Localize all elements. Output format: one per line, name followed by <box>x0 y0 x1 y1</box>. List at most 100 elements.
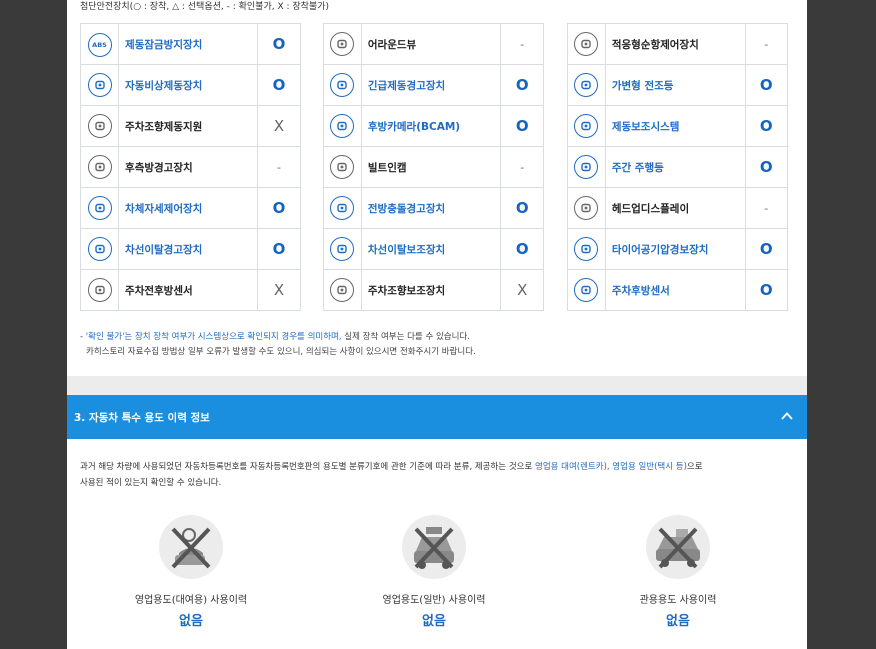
equipment-name: 빌트인캠 <box>360 146 502 188</box>
equipment-status: O <box>500 228 544 270</box>
equipment-row: 가변형 전조등 O <box>567 64 789 106</box>
chevron-up-icon[interactable] <box>780 409 794 423</box>
equipment-row: 적응형순항제어장치 - <box>567 23 789 65</box>
equipment-status: O <box>257 64 301 106</box>
equipment-icon-cell <box>567 146 606 188</box>
equipment-name: 주간 주행등 <box>604 146 746 188</box>
equipment-name: 타이어공기압경보장치 <box>604 228 746 270</box>
equipment-icon-cell <box>323 146 362 188</box>
equipment-legend: 첨단안전장치(○ : 장착, △ : 선택옵션, - : 확인불가, X : 장… <box>80 2 329 12</box>
lane-departure-icon <box>87 237 112 261</box>
equipment-name: 자동비상제동장치 <box>118 64 259 106</box>
section-divider <box>67 376 807 395</box>
equipment-row: ABS 제동잠금방지장치 O <box>79 23 301 65</box>
dashcam-icon <box>330 155 355 179</box>
equipment-name: 긴급제동경고장치 <box>360 64 502 106</box>
equipment-row: 전방충돌경고장치 O <box>323 187 544 229</box>
equipment-status: O <box>500 64 544 106</box>
around-view-icon <box>330 32 355 56</box>
equipment-name: 주차후방센서 <box>604 269 746 311</box>
usage-label: 영업용도(대여용) 사용이력 <box>134 595 248 606</box>
daytime-running-light-icon <box>574 155 599 179</box>
equipment-icon-cell <box>323 23 362 65</box>
equipment-name: 어라운드뷰 <box>360 23 502 65</box>
equipment-icon-cell <box>323 64 362 106</box>
equipment-status: O <box>500 105 544 147</box>
rear-side-warning-icon <box>87 155 112 179</box>
equipment-icon-cell <box>79 269 120 311</box>
equipment-row: 후방카메라(BCAM) O <box>323 105 544 147</box>
equipment-name: 전방충돌경고장치 <box>360 187 502 229</box>
note-highlight: '확인 불가'는 장치 장착 여부가 시스템상으로 확인되지 경우를 의미하며, <box>85 332 342 342</box>
rear-camera-icon <box>330 114 355 138</box>
equipment-notes: - '확인 불가'는 장치 장착 여부가 시스템상으로 확인되지 경우를 의미하… <box>80 330 476 360</box>
equipment-status: - <box>257 146 301 188</box>
government-car-icon <box>646 515 710 579</box>
equipment-row: 빌트인캠 - <box>323 146 544 188</box>
equipment-status: - <box>500 146 544 188</box>
equipment-status: - <box>744 23 789 65</box>
special-use-history-header[interactable]: 3. 자동차 특수 용도 이력 정보 <box>67 395 807 439</box>
equipment-icon-cell <box>323 269 362 311</box>
equipment-row: 제동보조시스템 O <box>567 105 789 147</box>
rental-car-icon <box>159 515 223 579</box>
report-page: 첨단안전장치(○ : 장착, △ : 선택옵션, - : 확인불가, X : 장… <box>67 0 807 649</box>
equipment-name: 헤드업디스플레이 <box>604 187 746 229</box>
equipment-name: 제동잠금방지장치 <box>118 23 259 65</box>
equipment-status: O <box>744 146 789 188</box>
usage-general: 영업용도(일반) 사용이력 없음 <box>344 515 524 629</box>
equipment-name: 차선이탈경고장치 <box>118 228 259 270</box>
equipment-status: O <box>744 64 789 106</box>
section-title: 3. 자동차 특수 용도 이력 정보 <box>74 412 210 424</box>
equipment-table-2: 어라운드뷰 - 긴급제동경고장치 O 후방카메라(BCAM) O 빌트인캠 - 전방충돌경고장치… <box>323 23 544 311</box>
adaptive-headlight-icon <box>574 73 599 97</box>
equipment-icon-cell: ABS <box>79 23 120 65</box>
equipment-table-3: 적응형순항제어장치 - 가변형 전조등 O 제동보조시스템 O 주간 주행등 O 헤드업디스플레… <box>567 23 789 311</box>
equipment-status: - <box>500 23 544 65</box>
equipment-icon-cell <box>567 228 606 270</box>
equipment-status: O <box>257 23 301 65</box>
equipment-status: O <box>744 228 789 270</box>
forward-collision-icon <box>330 196 355 220</box>
equipment-icon-cell <box>79 228 120 270</box>
abs-icon: ABS <box>87 32 112 57</box>
equipment-name: 차체자세제어장치 <box>118 187 259 229</box>
usage-label: 관용용도 사용이력 <box>639 595 717 606</box>
usage-rental: 영업용도(대여용) 사용이력 없음 <box>101 515 281 629</box>
equipment-row: 자동비상제동장치 O <box>79 64 301 106</box>
adaptive-cruise-icon <box>574 32 599 56</box>
equipment-status: O <box>257 228 301 270</box>
description-prefix: 과거 해당 차량에 사용되었던 자동차등록번호를 자동차등록번호판의 용도별 분… <box>80 462 535 472</box>
equipment-status: X <box>257 105 301 147</box>
usage-label: 영업용도(일반) 사용이력 <box>382 595 486 606</box>
equipment-icon-cell <box>323 228 362 270</box>
equipment-icon-cell <box>567 187 606 229</box>
note-rest: 실제 장착 여부는 다를 수 있습니다. <box>341 332 470 342</box>
equipment-row: 주차전후방센서 X <box>79 269 301 311</box>
equipment-name: 제동보조시스템 <box>604 105 746 147</box>
note-line-2: 카히스토리 자료수집 방법상 일부 오류가 발생할 수도 있으니, 의심되는 사… <box>86 347 476 357</box>
equipment-row: 차선이탈경고장치 O <box>79 228 301 270</box>
equipment-name: 차선이탈보조장치 <box>360 228 502 270</box>
tire-pressure-icon <box>574 237 599 261</box>
equipment-icon-cell <box>567 23 606 65</box>
steering-wheel-icon <box>87 114 112 138</box>
parking-assist-icon <box>330 278 355 302</box>
parking-sensor-icon <box>87 278 112 302</box>
emergency-brake-icon <box>87 73 112 97</box>
equipment-status: O <box>744 269 789 311</box>
equipment-status: O <box>744 105 789 147</box>
equipment-icon-cell <box>79 64 120 106</box>
equipment-name: 주차전후방센서 <box>118 269 259 311</box>
description-line-2: 사용된 적이 있는지 확인할 수 있습니다. <box>80 478 222 488</box>
equipment-name: 후방카메라(BCAM) <box>360 105 502 147</box>
equipment-icon-cell <box>79 187 120 229</box>
note-line-1: - '확인 불가'는 장치 장착 여부가 시스템상으로 확인되지 경우를 의미하… <box>80 330 476 345</box>
equipment-name: 주차조향보조장치 <box>360 269 502 311</box>
description-highlight: 영업용 대여(렌트카), 영업용 일반(택시 등) <box>535 462 687 472</box>
equipment-row: 헤드업디스플레이 - <box>567 187 789 229</box>
equipment-status: X <box>500 269 544 311</box>
equipment-row: 주간 주행등 O <box>567 146 789 188</box>
description-suffix: 으로 <box>686 462 703 472</box>
equipment-row: 주차후방센서 O <box>567 269 789 311</box>
